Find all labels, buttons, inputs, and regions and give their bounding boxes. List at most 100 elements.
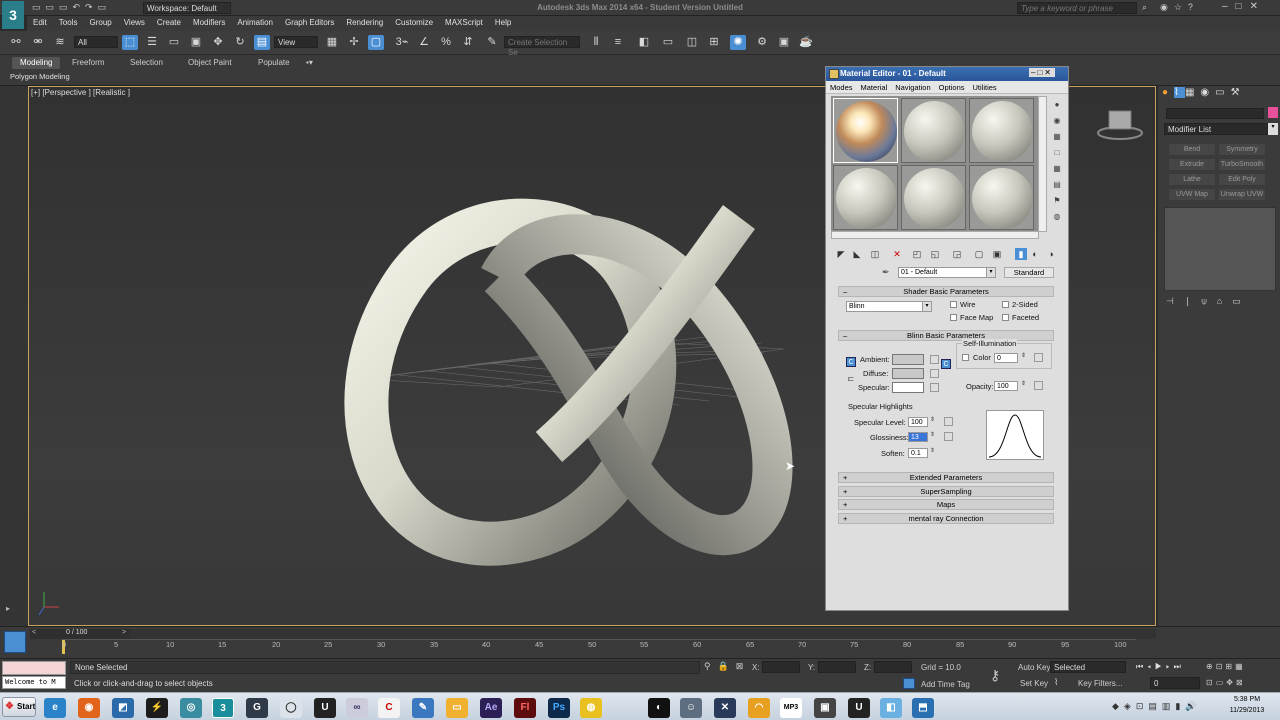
manipulate-icon[interactable]: ✢ <box>346 35 362 50</box>
mirror-icon[interactable]: ⫴ <box>588 35 604 50</box>
go-forward-sibling-icon[interactable]: ◑ <box>1045 248 1057 260</box>
modifier-list-dropdown-icon[interactable]: ▾ <box>1268 123 1278 135</box>
modifier-list-dropdown[interactable]: Modifier List <box>1164 123 1268 135</box>
lock-ambient-diffuse-icon[interactable]: C <box>846 357 856 367</box>
material-id-icon[interactable]: ▢ <box>973 248 985 260</box>
material-name-dropdown-icon[interactable]: ▾ <box>986 267 996 278</box>
select-by-name-icon[interactable]: ☰ <box>144 35 160 50</box>
align-icon[interactable]: ≡ <box>610 35 626 50</box>
playback-controls[interactable]: ⏮◂▶▸⏭ <box>1136 662 1185 672</box>
tab-modeling[interactable]: Modeling <box>12 57 61 69</box>
spinner-snap-icon[interactable]: ⇵ <box>460 35 476 50</box>
make-copy-icon[interactable]: ◰ <box>911 248 923 260</box>
time-slider-prev-icon[interactable]: < <box>32 629 36 636</box>
object-color-swatch[interactable] <box>1268 107 1278 118</box>
named-selection-dropdown[interactable]: Create Selection Se <box>504 36 580 57</box>
material-type-button[interactable]: Standard <box>1004 267 1054 278</box>
after-effects-icon[interactable]: Ae <box>480 698 502 718</box>
rect-selection-icon[interactable]: ▭ <box>166 35 182 50</box>
maps-rollout[interactable]: + Maps <box>838 499 1054 510</box>
app-icon-10[interactable]: ∞ <box>346 698 368 718</box>
self-illum-value-field[interactable]: 0 <box>994 353 1018 363</box>
menu-maxscript[interactable]: MAXScript <box>439 16 489 29</box>
window-crossing-icon[interactable]: ▣ <box>188 35 204 50</box>
ribbon-sub-label[interactable]: Polygon Modeling <box>10 72 70 81</box>
ambient-color-swatch[interactable] <box>892 354 924 365</box>
render-production-icon[interactable]: ☕ <box>798 35 814 50</box>
ribbon-options-icon[interactable]: ▪▾ <box>306 58 313 67</box>
menu-customize[interactable]: Customize <box>389 16 439 29</box>
glossiness-spinner-icon[interactable]: ⇕ <box>930 431 935 438</box>
render-setup-icon[interactable]: ⚙ <box>754 35 770 50</box>
rendered-frame-icon[interactable]: ▣ <box>776 35 792 50</box>
glossiness-field[interactable]: 13 <box>908 432 928 442</box>
face-map-checkbox[interactable] <box>950 314 957 321</box>
photoshop-icon[interactable]: Ps <box>548 698 570 718</box>
app-icon-21[interactable]: ◠ <box>748 698 770 718</box>
sample-slot-3[interactable] <box>969 98 1034 163</box>
eyedropper-icon[interactable]: ✒ <box>882 267 890 278</box>
modifier-uvw-map-button[interactable]: UVW Map <box>1168 188 1216 201</box>
z-coordinate-field[interactable] <box>874 661 912 673</box>
angle-snap-icon[interactable]: ∠ <box>416 35 432 50</box>
sample-slot-6[interactable] <box>969 165 1034 230</box>
auto-key-button[interactable]: Auto Key <box>1018 663 1050 672</box>
specular-color-swatch[interactable] <box>892 382 924 393</box>
sample-slot-4[interactable] <box>833 165 898 230</box>
mini-curve-editor-icon[interactable] <box>4 631 26 653</box>
lock-map-icon[interactable]: C <box>941 359 951 369</box>
start-button[interactable]: ❖ Start <box>2 697 36 717</box>
reset-map-icon[interactable]: ✕ <box>891 248 903 260</box>
mp3-icon[interactable]: MP3 <box>780 698 802 718</box>
selection-filter-dropdown[interactable]: All <box>74 36 118 48</box>
udk-icon[interactable]: U <box>314 698 336 718</box>
menu-group[interactable]: Group <box>83 16 117 29</box>
modifier-stack-list[interactable] <box>1164 207 1276 291</box>
sample-slot-5[interactable] <box>901 165 966 230</box>
edit-named-sets-icon[interactable]: ✎ <box>484 35 500 50</box>
app-icon-23[interactable]: ▣ <box>814 698 836 718</box>
menu-modifiers[interactable]: Modifiers <box>187 16 231 29</box>
app-icon-4[interactable]: ⚡ <box>146 698 168 718</box>
modifier-extrude-button[interactable]: Extrude <box>1168 158 1216 171</box>
quick-access-icons[interactable]: ▭▭▭↶↷▭ <box>32 2 111 13</box>
material-editor-window-controls[interactable]: –□✕ <box>1029 68 1055 77</box>
assign-to-selection-icon[interactable]: ◫ <box>869 248 881 260</box>
side-tool-icons[interactable]: ● ◉ ▦ □ ▦ ▤ ⚑ ◍ <box>1050 97 1064 227</box>
stack-tool-icons[interactable]: ⊣❘⍦⌂▭ <box>1166 296 1278 307</box>
expand-arrow-icon[interactable]: ▸ <box>6 604 10 613</box>
app-icon-20[interactable]: ✕ <box>714 698 736 718</box>
tab-selection[interactable]: Selection <box>122 57 171 69</box>
menu-utilities[interactable]: Utilities <box>969 81 1001 94</box>
y-coordinate-field[interactable] <box>818 661 856 673</box>
menu-animation[interactable]: Animation <box>231 16 279 29</box>
menu-help[interactable]: Help <box>489 16 517 29</box>
clock-time[interactable]: 5:38 PM <box>1222 696 1272 703</box>
menu-edit[interactable]: Edit <box>27 16 53 29</box>
opacity-spinner-icon[interactable]: ⇕ <box>1021 380 1026 387</box>
modifier-edit-poly-button[interactable]: Edit Poly <box>1218 173 1266 186</box>
specular-level-spinner-icon[interactable]: ⇕ <box>930 416 935 423</box>
app-icon-7[interactable]: G <box>246 698 268 718</box>
app-icon-12[interactable]: ✎ <box>412 698 434 718</box>
blinn-rollout-header[interactable]: – Blinn Basic Parameters <box>838 330 1054 341</box>
time-slider[interactable]: < 0 / 100 > <box>30 629 130 639</box>
modifier-turbosmooth-button[interactable]: TurboSmooth <box>1218 158 1266 171</box>
scale-icon[interactable]: ▤ <box>254 35 270 50</box>
app-icon-18[interactable]: ◐ <box>648 698 670 718</box>
menu-tools[interactable]: Tools <box>53 16 84 29</box>
graphite-toggle-icon[interactable]: ▭ <box>660 35 676 50</box>
ie-icon[interactable]: e <box>44 698 66 718</box>
soften-field[interactable]: 0.1 <box>908 448 928 458</box>
maxscript-mini-listener[interactable]: Welcome to M <box>2 676 66 689</box>
auto-key-selection-dropdown[interactable]: Selected <box>1050 661 1126 673</box>
app-icon-8[interactable]: ◯ <box>280 698 302 718</box>
self-illum-color-checkbox[interactable] <box>962 354 969 361</box>
opacity-field[interactable]: 100 <box>994 381 1018 391</box>
specular-level-map-button[interactable] <box>944 417 953 426</box>
app-icon-5[interactable]: ◎ <box>180 698 202 718</box>
glossiness-map-button[interactable] <box>944 432 953 441</box>
modifier-symmetry-button[interactable]: Symmetry <box>1218 143 1266 156</box>
snaps-toggle-icon[interactable]: 3⌁ <box>394 35 410 50</box>
self-illum-map-button[interactable] <box>1034 353 1043 362</box>
